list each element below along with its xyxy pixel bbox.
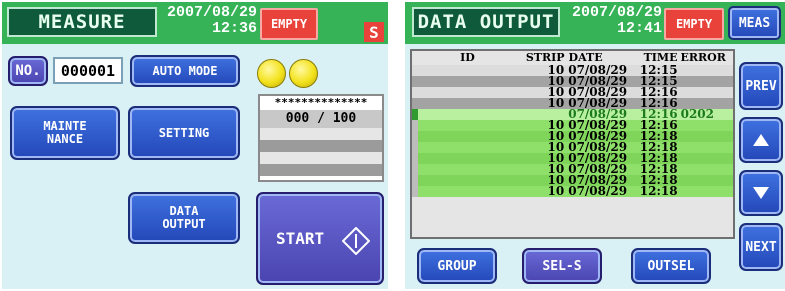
auto-mode-button[interactable]: AUTO MODE	[130, 55, 240, 87]
scroll-down-button[interactable]	[739, 170, 783, 216]
prev-button[interactable]: PREV	[739, 62, 783, 110]
number-button[interactable]: NO.	[8, 56, 48, 86]
sel-s-button[interactable]: SEL-S	[522, 248, 602, 284]
column-header-id: ID	[460, 51, 475, 64]
time-text: 12:41	[616, 20, 662, 37]
start-diamond-icon	[342, 227, 370, 255]
data-output-button[interactable]: DATA OUTPUT	[128, 192, 240, 244]
status-lamp-1	[257, 59, 286, 88]
start-label: START	[276, 229, 325, 248]
data-output-screen: DATA OUTPUT 2007/08/29 12:41 EMPTY MEAS …	[405, 2, 785, 289]
counter-stars: **************	[274, 96, 368, 109]
datetime-readout: 2007/08/29 12:41	[560, 5, 662, 37]
outsel-button[interactable]: OUTSEL	[631, 248, 711, 284]
counter-stripe	[260, 164, 382, 176]
status-lamp-2	[289, 59, 318, 88]
date-text: 2007/08/29	[166, 4, 257, 21]
counter-stripe	[260, 128, 382, 140]
meas-button[interactable]: MEAS	[728, 6, 781, 40]
sample-number-field[interactable]: 000001	[53, 57, 123, 84]
triangle-up-icon	[753, 134, 769, 146]
results-table: ID STRIP DATE TIME ERROR 10 07/08/29 12:…	[410, 49, 735, 239]
measure-title-bar: MEASURE 2007/08/29 12:36 EMPTY S	[2, 2, 388, 44]
date-text: 2007/08/29	[571, 4, 662, 21]
status-badge: S	[364, 22, 384, 42]
screen-title: DATA OUTPUT	[412, 7, 560, 37]
counter-value: 000 / 100	[260, 110, 382, 128]
scroll-up-button[interactable]	[739, 117, 783, 163]
screen-title: MEASURE	[7, 7, 157, 37]
counter-stripe	[260, 152, 382, 164]
column-header-error: ERROR	[680, 51, 726, 64]
setting-button[interactable]: SETTING	[128, 106, 240, 160]
measure-screen: MEASURE 2007/08/29 12:36 EMPTY S NO. 000…	[2, 2, 388, 289]
table-row[interactable]: 10 07/08/29 12:18	[412, 185, 733, 197]
maintenance-button[interactable]: MAINTE NANCE	[10, 106, 120, 160]
start-button[interactable]: START	[256, 192, 384, 285]
counter-stripe	[260, 140, 382, 152]
empty-indicator[interactable]: EMPTY	[664, 8, 724, 40]
data-output-title-bar: DATA OUTPUT 2007/08/29 12:41 EMPTY MEAS	[405, 2, 785, 44]
triangle-down-icon	[753, 187, 769, 199]
datetime-readout: 2007/08/29 12:36	[157, 5, 257, 37]
empty-indicator[interactable]: EMPTY	[260, 8, 318, 40]
next-button[interactable]: NEXT	[739, 223, 783, 271]
counter-panel: ************** 000 / 100	[258, 94, 384, 182]
time-text: 12:36	[211, 20, 257, 37]
group-button[interactable]: GROUP	[417, 248, 497, 284]
